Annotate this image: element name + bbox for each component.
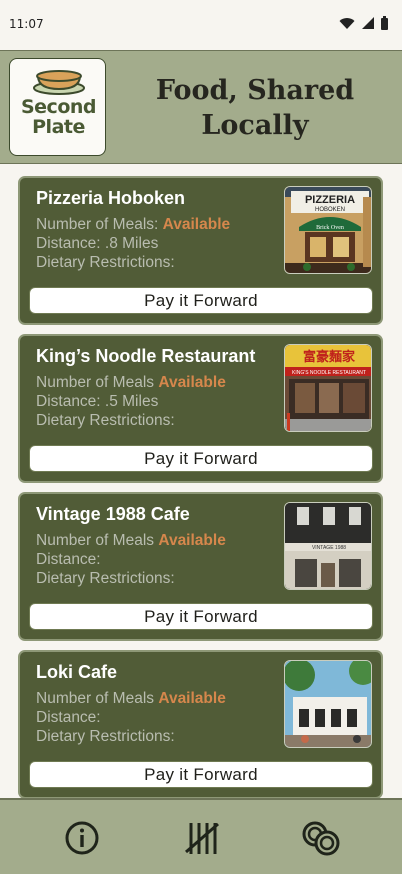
pay-it-forward-button[interactable]: Pay it Forward <box>29 445 373 472</box>
dietary-line: Dietary Restrictions: <box>36 728 175 745</box>
logo-line-1: Second <box>20 96 97 118</box>
nav-info[interactable] <box>62 818 102 858</box>
restaurant-photo: VINTAGE 1988 <box>284 502 372 590</box>
kings-english-sign: KING'S NOODLE RESTAURANT <box>292 370 366 376</box>
restaurant-list: Pizzeria Hoboken Number of Meals: Availa… <box>18 176 383 808</box>
restaurant-photo: PIZZERIA HOBOKEN Brick Oven <box>284 186 372 274</box>
logo-wordmark: Second Plate <box>10 97 107 137</box>
dietary-line: Dietary Restrictions: <box>36 570 175 587</box>
restaurant-photo: 富豪麵家 KING'S NOODLE RESTAURANT <box>284 344 372 432</box>
second-plate-logo[interactable]: Second Plate <box>9 58 106 156</box>
restaurant-name: Pizzeria Hoboken <box>36 188 186 208</box>
pay-it-forward-button[interactable]: Pay it Forward <box>29 287 373 314</box>
restaurant-name: Loki Cafe <box>36 662 118 682</box>
meals-line: Number of Meals Available <box>36 374 226 392</box>
meals-line: Number of Meals Available <box>36 532 226 550</box>
status-icons <box>339 16 388 30</box>
status-time: 11:07 <box>9 17 44 31</box>
meals-label: Number of Meals <box>36 532 155 549</box>
restaurant-name: King’s Noodle Restaurant <box>36 346 256 366</box>
restaurant-card[interactable]: Pizzeria Hoboken Number of Meals: Availa… <box>18 176 383 325</box>
logo-line-2: Plate <box>32 116 85 138</box>
nav-tally[interactable] <box>182 818 222 858</box>
title-line-1: Food, Shared <box>155 75 355 106</box>
pay-it-forward-button[interactable]: Pay it Forward <box>29 761 373 788</box>
meals-label: Number of Meals: <box>36 216 159 233</box>
meals-availability: Available <box>162 216 231 233</box>
bottom-nav <box>0 798 402 874</box>
kings-chinese-sign: 富豪麵家 <box>303 349 356 365</box>
battery-icon <box>381 16 388 30</box>
meals-availability: Available <box>158 532 226 549</box>
meals-availability: Available <box>158 374 226 391</box>
tally-icon <box>185 822 219 854</box>
distance-line: Distance: .8 Miles <box>36 235 159 252</box>
title-line-2: Locally <box>201 110 309 141</box>
meals-label: Number of Meals <box>36 374 155 391</box>
signal-icon <box>362 16 374 29</box>
wifi-icon <box>339 17 355 29</box>
distance-line: Distance: <box>36 709 101 726</box>
meals-line: Number of Meals Available <box>36 690 226 708</box>
pay-it-forward-button[interactable]: Pay it Forward <box>29 603 373 630</box>
status-bar: 11:07 <box>0 0 402 50</box>
meals-availability: Available <box>158 690 226 707</box>
vintage-sign: VINTAGE 1988 <box>312 545 346 551</box>
meals-line: Number of Meals: Available <box>36 216 230 234</box>
plates-icon <box>302 821 340 856</box>
pizzeria-awning-text: Brick Oven <box>316 225 344 231</box>
restaurant-card[interactable]: Loki Cafe Number of Meals Available Dist… <box>18 650 383 799</box>
restaurant-card[interactable]: Vintage 1988 Cafe Number of Meals Availa… <box>18 492 383 641</box>
dietary-line: Dietary Restrictions: <box>36 254 175 271</box>
distance-line: Distance: .5 Miles <box>36 393 159 410</box>
info-icon <box>65 821 99 855</box>
plate-logo-icon <box>33 70 85 95</box>
nav-plates[interactable] <box>300 818 340 858</box>
meals-label: Number of Meals <box>36 690 155 707</box>
app-header: Second Plate Food, Shared Locally <box>0 50 402 164</box>
pizzeria-subsign: HOBOKEN <box>315 207 345 213</box>
restaurant-photo <box>284 660 372 748</box>
restaurant-card[interactable]: King’s Noodle Restaurant Number of Meals… <box>18 334 383 483</box>
page-title: Food, Shared Locally <box>130 73 380 143</box>
restaurant-name: Vintage 1988 Cafe <box>36 504 190 524</box>
pizzeria-sign: PIZZERIA <box>305 194 355 206</box>
dietary-line: Dietary Restrictions: <box>36 412 175 429</box>
distance-line: Distance: <box>36 551 101 568</box>
